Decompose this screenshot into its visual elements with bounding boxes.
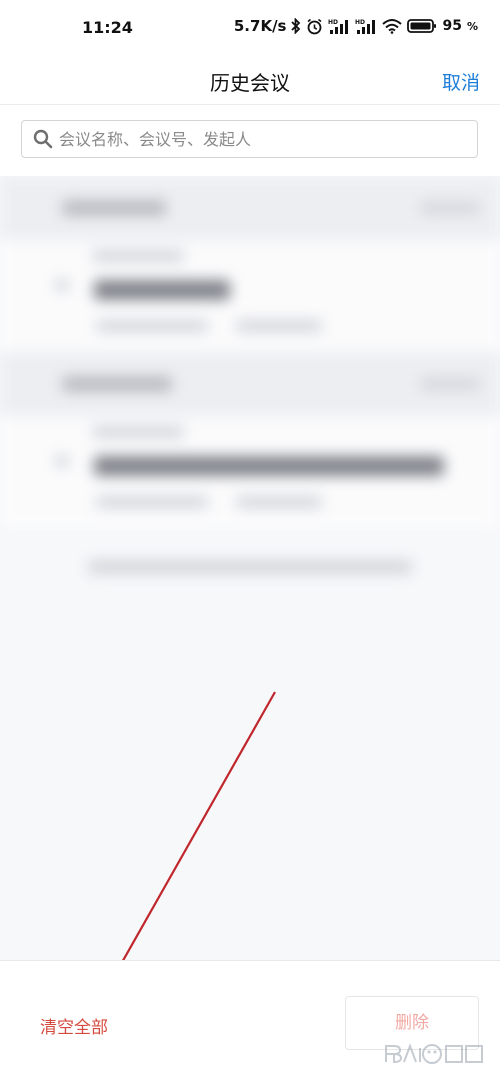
clear-all-button[interactable]: 清空全部 [40,1013,108,1038]
svg-text:HD: HD [355,19,365,26]
wifi-icon [382,18,403,34]
signal-hd-icon: HD [328,18,350,35]
meeting-history-list [0,176,500,960]
list-item [0,416,500,528]
battery-percent: 95 [442,18,462,34]
search-icon [33,129,53,153]
nav-header: 历史会议 取消 [0,58,500,105]
status-time: 11:24 [82,18,133,37]
blurred-content [0,176,500,960]
status-bar: 11:24 5.7K/s HD HD 95% [0,0,500,58]
alarm-icon [306,18,323,35]
battery-icon [407,18,437,34]
cancel-button[interactable]: 取消 [442,68,480,95]
search-input[interactable] [59,121,459,157]
signal-hd-icon: HD [355,18,377,35]
search-box[interactable] [21,120,478,158]
list-section-header [0,352,500,416]
svg-text:HD: HD [328,19,338,26]
percent-sign: % [466,19,478,33]
page-title: 历史会议 [210,71,290,95]
status-icons: 5.7K/s HD HD 95% [234,17,478,35]
list-item [0,240,500,352]
list-footer-text [88,560,412,574]
watermark-logo [385,1043,483,1064]
bluetooth-icon [291,18,301,34]
list-section-header [0,176,500,240]
net-speed: 5.7K/s [233,17,287,35]
